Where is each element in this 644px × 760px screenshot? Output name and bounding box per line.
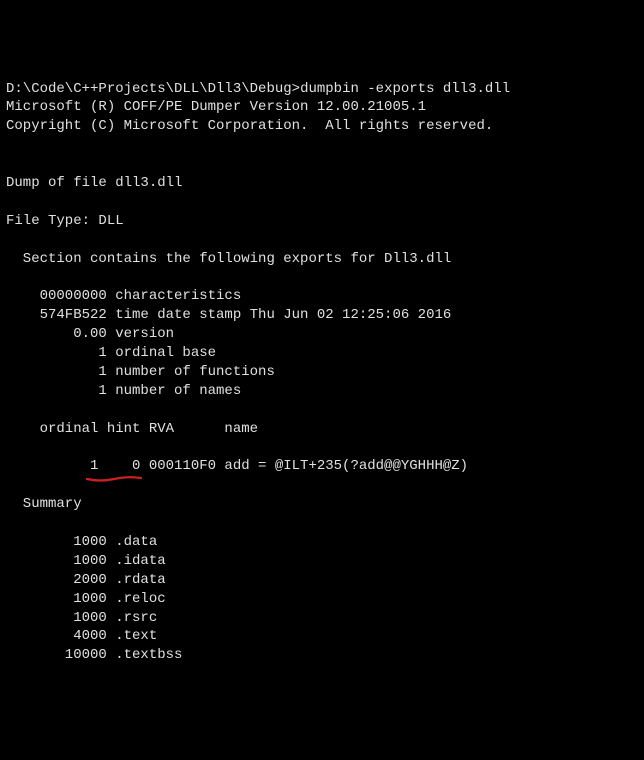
summary-idata: 1000 .idata — [6, 553, 166, 569]
summary-label: Summary — [6, 496, 82, 512]
number-of-names: 1 number of names — [6, 383, 241, 399]
summary-data: 1000 .data — [6, 534, 157, 550]
prompt-path: D:\Code\C++Projects\DLL\Dll3\Debug> — [6, 81, 300, 97]
annotation-underline — [86, 476, 142, 482]
summary-rsrc: 1000 .rsrc — [6, 610, 157, 626]
header-line-2: Copyright (C) Microsoft Corporation. All… — [6, 118, 493, 134]
header-line-1: Microsoft (R) COFF/PE Dumper Version 12.… — [6, 99, 426, 115]
summary-textbss: 10000 .textbss — [6, 647, 182, 663]
summary-text: 4000 .text — [6, 628, 157, 644]
exports-table-header: ordinal hint RVA name — [6, 421, 258, 437]
summary-rdata: 2000 .rdata — [6, 572, 166, 588]
time-date-stamp: 574FB522 time date stamp Thu Jun 02 12:2… — [6, 307, 451, 323]
export-row: 1 0 000110F0 add = @ILT+235(?add@@YGHHH@… — [6, 458, 468, 474]
section-header: Section contains the following exports f… — [6, 251, 451, 267]
summary-reloc: 1000 .reloc — [6, 591, 166, 607]
terminal-output: D:\Code\C++Projects\DLL\Dll3\Debug>dumpb… — [6, 80, 638, 666]
number-of-functions: 1 number of functions — [6, 364, 275, 380]
version: 0.00 version — [6, 326, 174, 342]
prompt-command: dumpbin -exports dll3.dll — [300, 81, 510, 97]
ordinal-base: 1 ordinal base — [6, 345, 216, 361]
dump-of: Dump of file dll3.dll — [6, 175, 182, 191]
characteristics: 00000000 characteristics — [6, 288, 241, 304]
file-type: File Type: DLL — [6, 213, 124, 229]
